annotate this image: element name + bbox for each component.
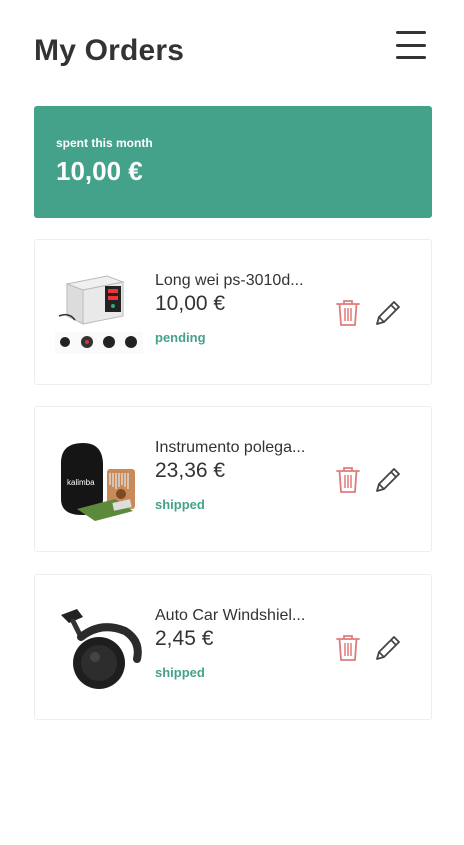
order-name: Instrumento polega... — [155, 439, 306, 456]
order-card[interactable]: Long wei ps-3010d... 10,00 € pending — [34, 239, 432, 385]
pencil-icon[interactable] — [373, 465, 403, 495]
trash-icon[interactable] — [335, 465, 361, 495]
order-name: Long wei ps-3010d... — [155, 272, 304, 289]
order-status: shipped — [155, 497, 205, 512]
order-card[interactable]: kalimba Instrumento polega... 23,36 € sh… — [34, 406, 432, 552]
order-price: 23,36 € — [155, 459, 226, 482]
spending-summary-card: spent this month 10,00 € — [34, 106, 432, 218]
pencil-icon[interactable] — [373, 633, 403, 663]
car-mount-image — [55, 607, 145, 691]
order-card[interactable]: Auto Car Windshiel... 2,45 € shipped — [34, 574, 432, 720]
trash-icon[interactable] — [335, 298, 361, 328]
order-name: Auto Car Windshiel... — [155, 607, 306, 624]
hamburger-menu-icon[interactable] — [396, 29, 428, 61]
order-status: shipped — [155, 665, 205, 680]
power-supply-image — [55, 272, 145, 356]
summary-value: 10,00 € — [56, 156, 143, 186]
order-status: pending — [155, 330, 206, 345]
trash-icon[interactable] — [335, 633, 361, 663]
order-price: 2,45 € — [155, 627, 214, 650]
page-title: My Orders — [34, 34, 185, 67]
svg-text:kalimba: kalimba — [67, 478, 95, 487]
kalimba-image: kalimba — [55, 439, 145, 523]
pencil-icon[interactable] — [373, 298, 403, 328]
summary-label: spent this month — [56, 136, 153, 150]
order-price: 10,00 € — [155, 292, 226, 315]
page-header: My Orders — [34, 28, 430, 74]
